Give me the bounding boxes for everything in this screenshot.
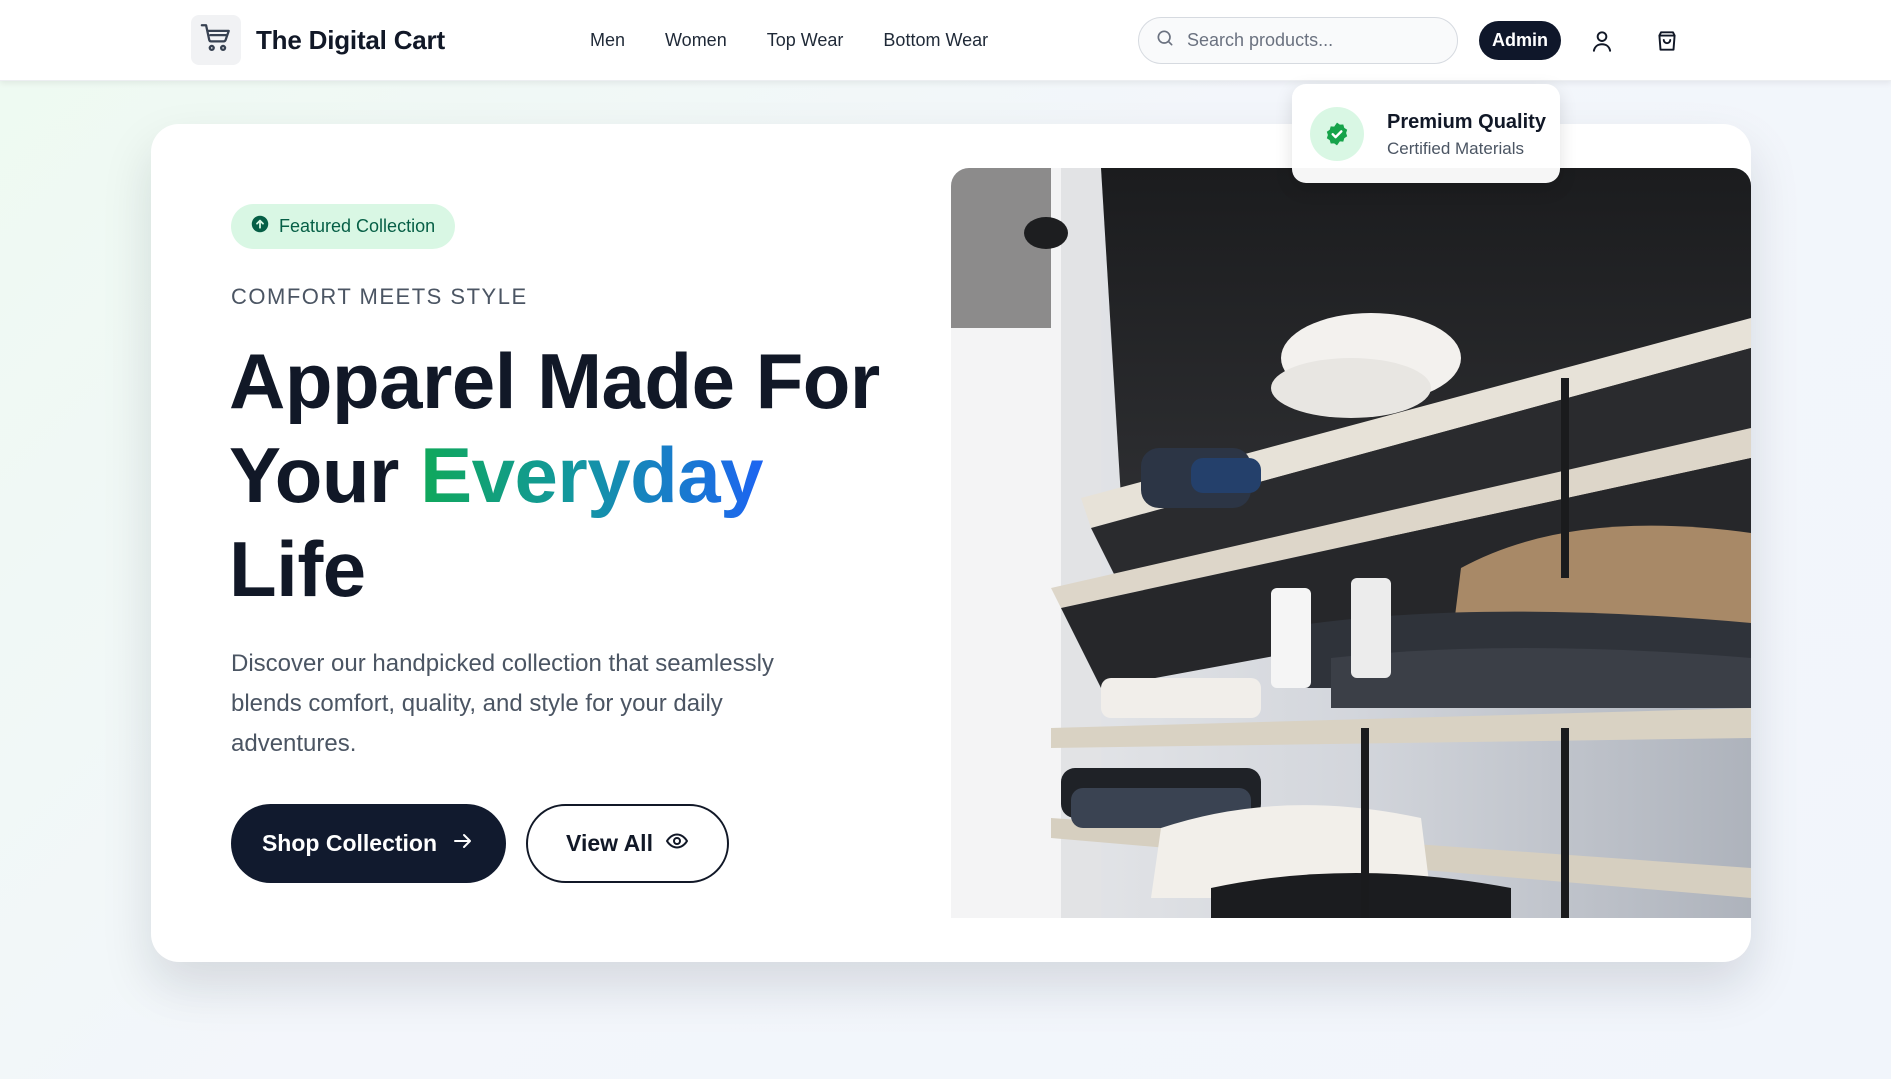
top-navbar: The Digital Cart Men Women Top Wear Bott… xyxy=(0,0,1891,81)
headline-part1: Apparel Made For xyxy=(229,337,880,425)
hero-headline: Apparel Made For Your Everyday Life xyxy=(229,334,909,616)
hero-section: Featured Collection COMFORT MEETS STYLE … xyxy=(151,124,1751,962)
main-nav: Men Women Top Wear Bottom Wear xyxy=(590,30,988,51)
premium-quality-card: Premium Quality Certified Materials xyxy=(1292,84,1560,183)
headline-part2: Your xyxy=(229,431,399,519)
nav-link-bottom-wear[interactable]: Bottom Wear xyxy=(883,30,988,51)
shop-collection-label: Shop Collection xyxy=(261,830,438,856)
check-badge-icon xyxy=(1310,107,1364,161)
shopping-bag-icon[interactable] xyxy=(1652,26,1682,56)
featured-badge-label: Featured Collection xyxy=(279,216,436,236)
brand-name[interactable]: The Digital Cart xyxy=(256,25,445,56)
brand-logo[interactable] xyxy=(191,15,241,65)
featured-badge: Featured Collection xyxy=(231,204,456,249)
headline-part3: Life xyxy=(229,525,366,613)
hero-description: Discover our handpicked collection that … xyxy=(231,650,774,757)
user-icon[interactable] xyxy=(1587,26,1617,56)
nav-link-women[interactable]: Women xyxy=(665,30,727,51)
cart-icon xyxy=(199,21,233,60)
nav-link-men[interactable]: Men xyxy=(590,30,625,51)
admin-button[interactable]: Admin xyxy=(1479,21,1561,60)
arrow-right-icon xyxy=(451,829,475,859)
hero-image xyxy=(951,168,1751,918)
quality-subtitle: Certified Materials xyxy=(1387,139,1524,158)
search-icon xyxy=(1155,28,1175,53)
view-all-label: View All xyxy=(566,830,653,856)
view-all-button[interactable]: View All xyxy=(526,804,729,883)
hero-kicker: COMFORT MEETS STYLE xyxy=(231,284,528,309)
quality-title: Premium Quality xyxy=(1387,111,1546,133)
search-bar xyxy=(1138,17,1458,64)
eye-icon xyxy=(665,829,689,859)
search-input[interactable] xyxy=(1187,30,1437,51)
arrow-up-circle-icon xyxy=(251,215,269,238)
shop-collection-button[interactable]: Shop Collection xyxy=(231,804,506,883)
nav-link-top-wear[interactable]: Top Wear xyxy=(767,30,844,51)
headline-accent: Everyday xyxy=(420,431,763,519)
